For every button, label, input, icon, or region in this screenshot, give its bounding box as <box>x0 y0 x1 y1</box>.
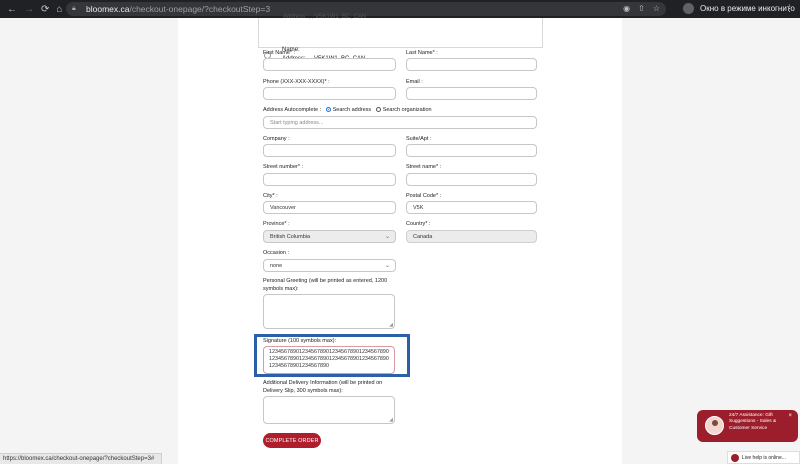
omnibox-icons: ◉ ⇧ ☆ <box>623 4 660 13</box>
signature-line-3: 12345678901234567890 <box>269 363 329 369</box>
occasion-value: none <box>270 262 283 269</box>
province-value: British Columbia <box>270 233 311 240</box>
share-icon[interactable]: ⇧ <box>638 4 645 13</box>
occasion-select[interactable]: none ⌄ <box>263 259 396 272</box>
address-overflow-text: Address: , , V5K1W1, BC, CAN <box>283 14 367 20</box>
postal-code-label: Postal Code* : <box>406 193 442 199</box>
phone-field[interactable] <box>263 87 396 100</box>
greeting-label-line-2: symbols max): <box>263 286 299 292</box>
delivery-label-line-2: Delivery Slip, 300 symbols max): <box>263 388 343 394</box>
agent-avatar <box>705 416 724 435</box>
company-field[interactable] <box>263 144 396 157</box>
nav-buttons: ← → ⟳ ⌂ <box>0 4 62 15</box>
suite-label: Suite/Apt : <box>406 136 432 142</box>
signature-line-2: 1234567890123456789012345678901234567890 <box>269 356 389 362</box>
resize-grip-icon[interactable]: ◢ <box>389 417 393 423</box>
address-autocomplete-label: Address Autocomplete : <box>263 107 322 113</box>
city-field[interactable]: Vancouver <box>263 201 396 214</box>
phone-label: Phone (XXX-XXX-XXXX)* : <box>263 79 330 85</box>
home-icon[interactable]: ⌂ <box>56 4 62 15</box>
chat-invite-popup[interactable]: 24/7 Assistance: Gift Suggestions - Sale… <box>697 410 798 442</box>
signature-label: Signature (100 symbols max): <box>263 338 337 344</box>
address-autocomplete-input[interactable]: Start typing address... <box>263 116 537 129</box>
incognito-label: Окно в режиме инкогнито <box>700 4 795 13</box>
incognito-eye-icon[interactable]: ◉ <box>623 4 630 13</box>
province-label: Province* : <box>263 221 290 227</box>
city-label: City* : <box>263 193 278 199</box>
occasion-label: Occasion : <box>263 250 289 256</box>
search-address-label[interactable]: Search address <box>333 107 372 113</box>
incognito-indicator[interactable]: Окно в режиме инкогнито <box>683 3 795 14</box>
live-help-bar[interactable]: Live help is online... <box>727 451 800 464</box>
company-label: Company : <box>263 136 290 142</box>
search-organization-label[interactable]: Search organization <box>383 107 432 113</box>
country-field: Canada <box>406 230 537 243</box>
lock-icon: 🔒︎ <box>72 5 76 12</box>
chevron-down-icon: ⌄ <box>384 263 390 269</box>
browser-menu-icon[interactable]: ⋮ <box>785 3 794 14</box>
resize-grip-icon[interactable]: ◢ <box>389 322 393 328</box>
search-organization-radio[interactable] <box>375 107 381 112</box>
address-autocomplete-row: Address Autocomplete : Search address Se… <box>263 107 432 113</box>
suite-field[interactable] <box>406 144 537 157</box>
bookmark-star-icon[interactable]: ☆ <box>653 4 660 13</box>
postal-code-field[interactable]: V5K <box>406 201 537 214</box>
close-icon[interactable]: × <box>788 413 792 419</box>
street-number-field[interactable] <box>263 173 396 186</box>
email-field[interactable] <box>406 87 537 100</box>
live-help-label: Live help is online... <box>742 454 786 461</box>
last-name-label: Last Name* : <box>406 50 438 56</box>
signature-line-1: 1234567890123456789012345678901234567890 <box>269 349 389 355</box>
province-select[interactable]: British Columbia ⌄ <box>263 230 396 243</box>
first-name-field[interactable] <box>263 58 396 71</box>
search-address-radio[interactable] <box>325 107 331 112</box>
chat-agent-icon <box>731 453 739 462</box>
checkout-form-panel: Address: , , V5K1W1, BC, CAN Name: Addre… <box>178 14 622 464</box>
forward-icon[interactable]: → <box>24 4 34 15</box>
greeting-label-line-1: Personal Greeting (will be printed as en… <box>263 278 388 284</box>
url-path: /checkout-onepage/?checkoutStep=3 <box>129 4 271 14</box>
email-label: Email : <box>406 79 423 85</box>
link-status-bar: https://bloomex.ca/checkout-onepage/?che… <box>0 453 162 464</box>
first-name-label: First Name* : <box>263 50 296 56</box>
back-icon[interactable]: ← <box>7 4 17 15</box>
saved-address-list: Address: , , V5K1W1, BC, CAN <box>258 14 543 48</box>
signature-textarea[interactable]: 1234567890123456789012345678901234567890… <box>263 346 395 374</box>
street-number-label: Street number* : <box>263 164 304 170</box>
personal-greeting-textarea[interactable]: ◢ <box>263 294 395 329</box>
chat-invite-text: 24/7 Assistance: Gift Suggestions - Sale… <box>729 413 785 432</box>
delivery-info-textarea[interactable]: ◢ <box>263 396 395 424</box>
country-label: Country* : <box>406 221 431 227</box>
chevron-down-icon: ⌄ <box>384 234 390 240</box>
incognito-icon <box>683 3 694 14</box>
reload-icon[interactable]: ⟳ <box>41 4 49 15</box>
browser-toolbar: ← → ⟳ ⌂ 🔒︎ bloomex.ca/checkout-onepage/?… <box>0 0 800 18</box>
street-name-field[interactable] <box>406 173 537 186</box>
delivery-label-line-1: Additional Delivery Information (will be… <box>263 380 383 386</box>
street-name-label: Street name* : <box>406 164 442 170</box>
chat-text-line-3: Customer Service <box>729 425 768 431</box>
last-name-field[interactable] <box>406 58 537 71</box>
url-host: bloomex.ca <box>86 4 130 14</box>
complete-order-button[interactable]: COMPLETE ORDER <box>263 433 321 448</box>
